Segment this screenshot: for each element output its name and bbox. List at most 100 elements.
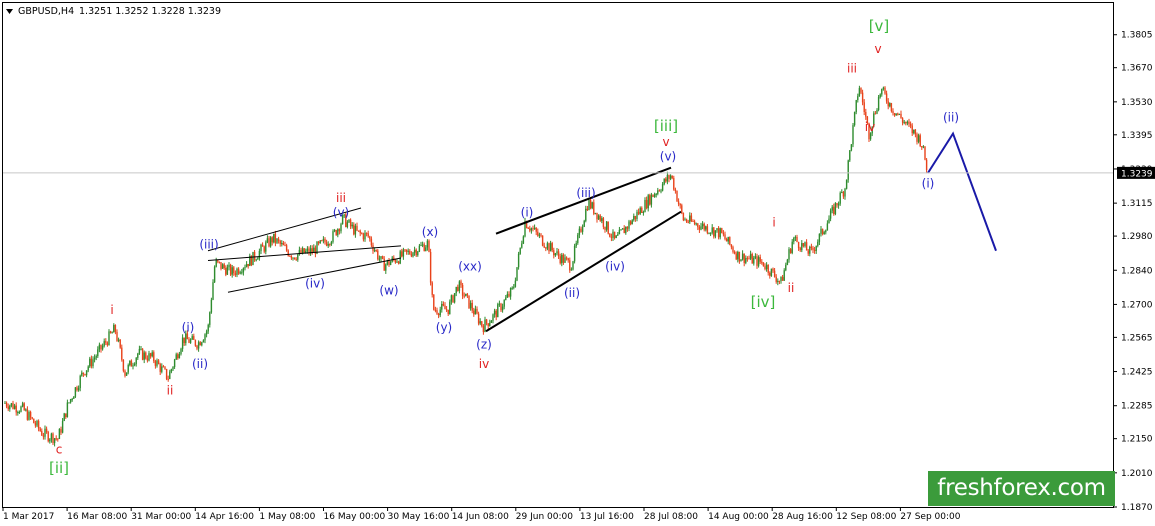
candle-body <box>82 372 85 374</box>
candle-body <box>551 243 553 251</box>
candle-body <box>625 226 627 234</box>
candle-body <box>561 254 563 264</box>
candle-body <box>346 222 349 227</box>
candle-body <box>740 259 742 262</box>
candle-body <box>364 232 366 240</box>
candle-body <box>116 331 118 341</box>
candle-body <box>745 258 747 263</box>
candle-body <box>796 236 798 242</box>
candle-body <box>202 340 205 343</box>
candle-body <box>180 348 182 355</box>
candle-body <box>909 124 912 126</box>
candle-body <box>25 409 27 411</box>
candle-body <box>365 232 368 234</box>
candle-body <box>274 233 277 243</box>
candle-body <box>641 207 643 213</box>
candle-body <box>26 409 29 420</box>
y-tick-label: 1.2700 <box>1121 300 1153 310</box>
candle-body <box>460 281 462 285</box>
candle-body <box>473 310 475 315</box>
candle-body <box>452 295 454 303</box>
candle-body <box>633 215 635 221</box>
current-price-label: 1.3239 <box>1121 169 1153 179</box>
x-tick-label: 1 Mar 2017 <box>3 512 54 522</box>
candle-body <box>348 219 350 223</box>
candle-body <box>639 207 641 214</box>
candle-body <box>317 241 320 244</box>
y-tick-label: 1.2150 <box>1121 435 1153 445</box>
candle-body <box>282 242 285 246</box>
candle-body <box>18 411 21 413</box>
candle-body <box>61 420 64 433</box>
candle-body <box>601 218 603 221</box>
candle-body <box>367 233 369 237</box>
candle-body <box>12 403 14 409</box>
candle-body <box>813 249 816 251</box>
candle-body <box>297 254 299 260</box>
wave-label: (iv) <box>305 276 325 290</box>
candle-body <box>225 267 227 275</box>
candle-body <box>117 339 120 341</box>
candle-body <box>389 261 392 266</box>
wave-label: (iv) <box>605 259 625 273</box>
candle-body <box>698 227 701 230</box>
wave-label: i <box>772 215 775 229</box>
candle-body <box>853 112 856 126</box>
candle-body <box>631 220 633 225</box>
candle-body <box>913 129 915 134</box>
candle-body <box>213 266 216 283</box>
wave-label: iv <box>865 120 875 134</box>
candle-body <box>265 242 267 252</box>
candle-body <box>754 256 757 258</box>
candle-body <box>676 190 678 202</box>
candle-body <box>418 245 421 252</box>
candle-body <box>205 331 208 335</box>
candle-body <box>321 240 323 242</box>
candle-body <box>226 267 229 275</box>
candle-body <box>572 261 574 270</box>
wave-label: (ii) <box>943 110 959 124</box>
candle-body <box>895 113 897 116</box>
candle-body <box>420 245 422 247</box>
candle-body <box>381 256 384 259</box>
candle-body <box>303 248 305 254</box>
candle-body <box>426 240 429 248</box>
candle-body <box>221 264 224 269</box>
x-tick-label: 14 Apr 16:00 <box>195 512 254 522</box>
candle-body <box>925 159 928 171</box>
candle-body <box>815 245 817 251</box>
y-tick-label: 1.2565 <box>1121 333 1153 343</box>
candle-body <box>724 234 726 239</box>
candle-body <box>449 301 451 315</box>
candle-body <box>829 210 832 219</box>
candle-body <box>417 251 419 256</box>
candle-body <box>45 428 48 432</box>
candle-body <box>37 420 40 429</box>
candle-body <box>785 264 787 271</box>
wave-label: i <box>110 303 113 317</box>
candle-body <box>161 366 163 372</box>
candle-body <box>60 429 62 433</box>
candle-body <box>636 211 638 219</box>
candle-body <box>628 221 630 229</box>
candle-body <box>242 268 245 273</box>
candle-body <box>356 225 358 231</box>
candle-body <box>362 233 365 240</box>
x-tick-label: 16 Mar 08:00 <box>67 512 127 522</box>
candle-body <box>285 245 288 251</box>
candle-body <box>876 109 878 114</box>
y-tick-label: 1.3115 <box>1121 199 1153 209</box>
wave-label: (iii) <box>576 186 595 200</box>
candle-body <box>124 370 126 376</box>
candle-body <box>807 250 809 254</box>
y-tick-label: 1.3670 <box>1121 64 1153 74</box>
candle-body <box>874 113 877 115</box>
candle-body <box>844 188 846 197</box>
candle-body <box>865 112 867 117</box>
candle-body <box>573 246 576 262</box>
candle-body <box>135 357 137 365</box>
candle-body <box>41 430 43 436</box>
wave-label: (i) <box>922 176 935 190</box>
candle-body <box>279 240 281 244</box>
candle-body <box>269 237 272 247</box>
